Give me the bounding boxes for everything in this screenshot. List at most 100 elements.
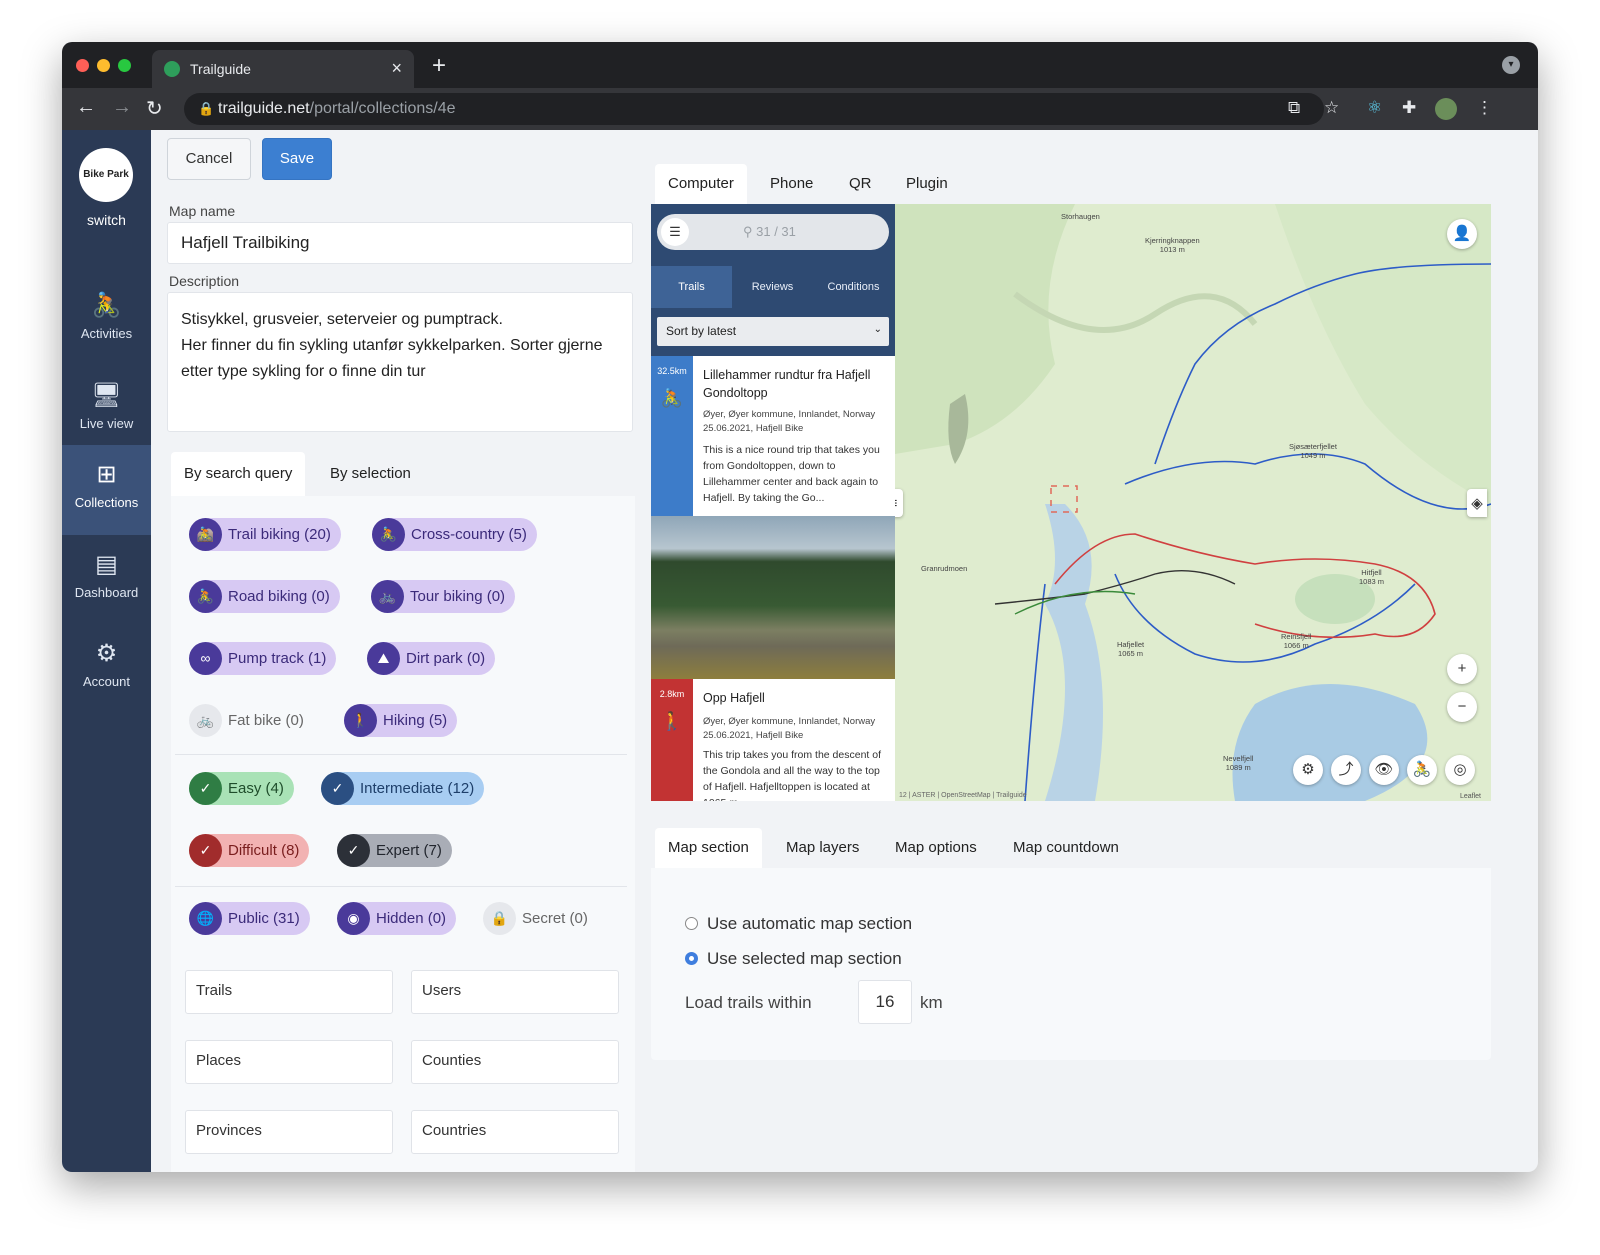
chip-label: Hidden (0) (376, 910, 447, 927)
trail-description: This is a nice round trip that takes you… (703, 444, 880, 504)
tab-qr[interactable]: QR (836, 164, 885, 204)
bookmark-star-icon[interactable]: ☆ (1324, 98, 1339, 118)
tab-reviews[interactable]: Reviews (732, 266, 813, 308)
sidebar-item-collections[interactable]: ⊞ Collections (62, 445, 151, 535)
chip-label: Trail biking (20) (228, 526, 331, 543)
react-devtools-icon[interactable]: ⚛ (1367, 98, 1382, 118)
sidebar-item-activities[interactable]: 🚴 Activities (62, 276, 151, 366)
chip-cross-country[interactable]: 🚴 Cross-country (5) (372, 518, 537, 551)
chip-easy[interactable]: ✓ Easy (4) (189, 772, 294, 805)
trail-description: This trip takes you from the descent of … (703, 749, 881, 801)
browser-tab[interactable]: Trailguide × (152, 50, 414, 88)
open-external-icon[interactable]: ⧉ (1288, 98, 1300, 118)
sort-select[interactable]: Sort by latest ⌄ (657, 317, 889, 346)
sidebar-item-account[interactable]: ⚙ Account (62, 624, 151, 714)
minimize-window-button[interactable] (97, 59, 110, 72)
trail-title[interactable]: Lillehammer rundtur fra Hafjell Gondolto… (703, 366, 883, 402)
counties-field[interactable]: Counties (411, 1040, 619, 1084)
share-icon[interactable]: ⤴ (1331, 755, 1361, 785)
switch-link[interactable]: switch (62, 212, 151, 228)
address-bar[interactable]: 🔒 trailguide.net/portal/collections/4e (184, 93, 1324, 125)
reload-icon[interactable]: ↻ (146, 96, 163, 121)
chip-expert[interactable]: ✓ Expert (7) (337, 834, 452, 867)
tab-plugin[interactable]: Plugin (893, 164, 961, 204)
map-settings-icon[interactable]: ⚙ (1293, 755, 1323, 785)
hiker-icon: 🚶 (344, 704, 377, 737)
chip-pump-track[interactable]: ∞ Pump track (1) (189, 642, 337, 675)
layers-icon[interactable]: ◈ (1467, 489, 1487, 517)
filter-sliders-icon[interactable]: ☰ (661, 218, 689, 246)
radio-selected-map-section[interactable]: Use selected map section (685, 949, 902, 969)
users-field[interactable]: Users (411, 970, 619, 1014)
chip-public[interactable]: 🌐 Public (31) (189, 902, 310, 935)
leaflet-link[interactable]: Leaflet (1460, 793, 1481, 800)
tab-search-icon[interactable]: ▾ (1502, 56, 1520, 74)
tab-map-section[interactable]: Map section (655, 828, 762, 868)
user-profile-icon[interactable]: 👤 (1447, 219, 1477, 249)
map-canvas[interactable]: Storhaugen Kjerringknappen 1013 m Sjøsæt… (895, 204, 1491, 801)
map-label: Storhaugen (1061, 212, 1100, 221)
trail-card[interactable]: 2.8km 🚶 Opp Hafjell Øyer, Øyer kommune, I… (651, 679, 895, 801)
tab-conditions[interactable]: Conditions (813, 266, 894, 308)
new-tab-icon[interactable]: + (432, 52, 446, 80)
browser-toolbar: ← → ↻ 🔒 trailguide.net/portal/collection… (62, 88, 1538, 130)
map-name-input[interactable]: Hafjell Trailbiking (167, 222, 633, 264)
chip-intermediate[interactable]: ✓ Intermediate (12) (321, 772, 485, 805)
tab-map-countdown[interactable]: Map countdown (1000, 828, 1132, 868)
description-textarea[interactable]: Stisykkel, grusveier, seterveier og pump… (167, 292, 633, 432)
close-window-button[interactable] (76, 59, 89, 72)
tab-by-search-query[interactable]: By search query (171, 452, 306, 496)
trail-search-bar[interactable]: ☰ ⚲ 31 / 31 (657, 214, 889, 250)
chip-hiking[interactable]: 🚶 Hiking (5) (344, 704, 458, 737)
chip-tour-biking[interactable]: 🚲 Tour biking (0) (371, 580, 516, 613)
chip-secret[interactable]: 🔒 Secret (0) (483, 902, 598, 935)
back-icon[interactable]: ← (76, 96, 96, 119)
radio-button[interactable] (685, 952, 698, 965)
monitor-icon: 🖥 (91, 382, 122, 409)
forward-icon[interactable]: → (112, 96, 132, 119)
tab-trails[interactable]: Trails (651, 266, 732, 308)
browser-menu-icon[interactable]: ⋮ (1476, 98, 1493, 118)
close-tab-icon[interactable]: × (391, 58, 402, 79)
sidebar-item-live-view[interactable]: 🖥 Live view (62, 366, 151, 456)
road-bike-icon: 🚴 (189, 580, 222, 613)
provinces-field[interactable]: Provinces (185, 1110, 393, 1154)
tab-by-selection[interactable]: By selection (317, 452, 424, 496)
radio-automatic-map-section[interactable]: Use automatic map section (685, 914, 912, 934)
sidebar-item-dashboard[interactable]: ▤ Dashboard (62, 535, 151, 625)
trail-photo[interactable] (651, 516, 895, 679)
cancel-button[interactable]: Cancel (167, 138, 251, 180)
trail-card[interactable]: 32.5km 🚴 Lillehammer rundtur fra Hafjell … (651, 356, 895, 516)
tab-phone[interactable]: Phone (757, 164, 826, 204)
chip-fat-bike[interactable]: 🚲 Fat bike (0) (189, 704, 314, 737)
list-toggle-icon[interactable]: ≡ (895, 489, 903, 517)
radio-button[interactable] (685, 917, 698, 930)
trail-title[interactable]: Opp Hafjell (703, 689, 883, 707)
extensions-puzzle-icon[interactable]: ✚ (1402, 98, 1416, 118)
activity-filter-icon[interactable]: 🚴 (1407, 755, 1437, 785)
chip-road-biking[interactable]: 🚴 Road biking (0) (189, 580, 340, 613)
zoom-in-button[interactable]: + (1447, 654, 1477, 684)
trail-location: Øyer, Øyer kommune, Innlandet, Norway (703, 409, 876, 420)
trails-field[interactable]: Trails (185, 970, 393, 1014)
locate-me-icon[interactable]: ◎ (1445, 755, 1475, 785)
chip-hidden[interactable]: ◉ Hidden (0) (337, 902, 457, 935)
map-attribution[interactable]: 12 | ASTER | OpenStreetMap | Trailguide (899, 792, 1027, 799)
zoom-out-button[interactable]: − (1447, 692, 1477, 722)
xc-bike-icon: 🚴 (372, 518, 405, 551)
chip-trail-biking[interactable]: 🚵 Trail biking (20) (189, 518, 341, 551)
tab-computer[interactable]: Computer (655, 164, 747, 204)
bike-park-logo[interactable]: Bike Park (79, 148, 133, 202)
chip-dirt-park[interactable]: ⛰ Dirt park (0) (367, 642, 496, 675)
eye-icon[interactable]: 👁 (1369, 755, 1399, 785)
save-button[interactable]: Save (262, 138, 332, 180)
tab-map-layers[interactable]: Map layers (773, 828, 872, 868)
load-distance-input[interactable]: 16 (858, 980, 912, 1024)
tab-map-options[interactable]: Map options (882, 828, 990, 868)
check-icon: ✓ (189, 772, 222, 805)
maximize-window-button[interactable] (118, 59, 131, 72)
places-field[interactable]: Places (185, 1040, 393, 1084)
profile-avatar[interactable] (1435, 98, 1457, 120)
countries-field[interactable]: Countries (411, 1110, 619, 1154)
chip-difficult[interactable]: ✓ Difficult (8) (189, 834, 310, 867)
